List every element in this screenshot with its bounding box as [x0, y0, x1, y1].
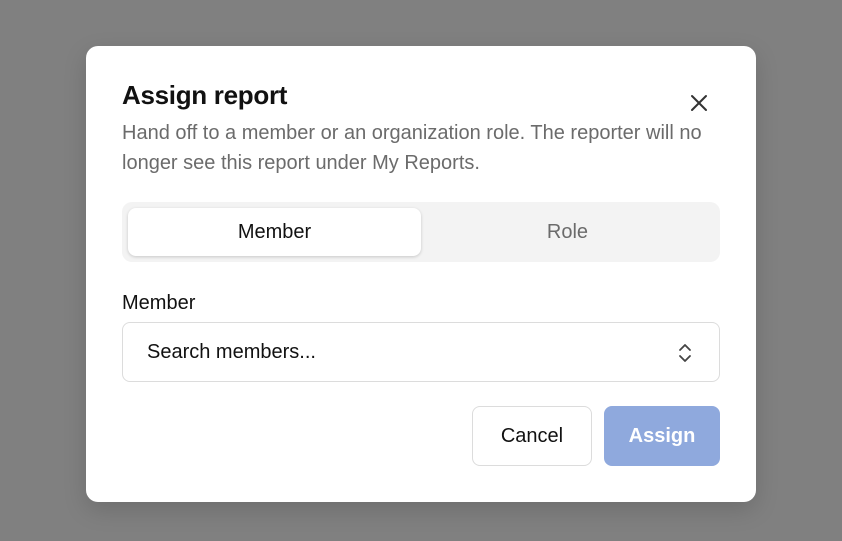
member-search-placeholder: Search members... [147, 341, 316, 363]
close-icon [691, 95, 707, 111]
assign-button[interactable]: Assign [604, 406, 720, 466]
dialog-title: Assign report [122, 80, 288, 110]
close-button[interactable] [688, 92, 710, 114]
role-tab[interactable]: Role [421, 208, 714, 256]
assign-report-dialog: Assign report Hand off to a member or an… [86, 46, 756, 502]
assignee-type-toggle: Member Role [122, 202, 720, 262]
cancel-button[interactable]: Cancel [472, 406, 592, 466]
member-search-select[interactable]: Search members... [122, 322, 720, 382]
member-field-label: Member [122, 292, 196, 314]
dialog-description: Hand off to a member or an organization … [122, 122, 702, 174]
chevron-up-down-icon [677, 342, 693, 364]
member-tab[interactable]: Member [128, 208, 421, 256]
